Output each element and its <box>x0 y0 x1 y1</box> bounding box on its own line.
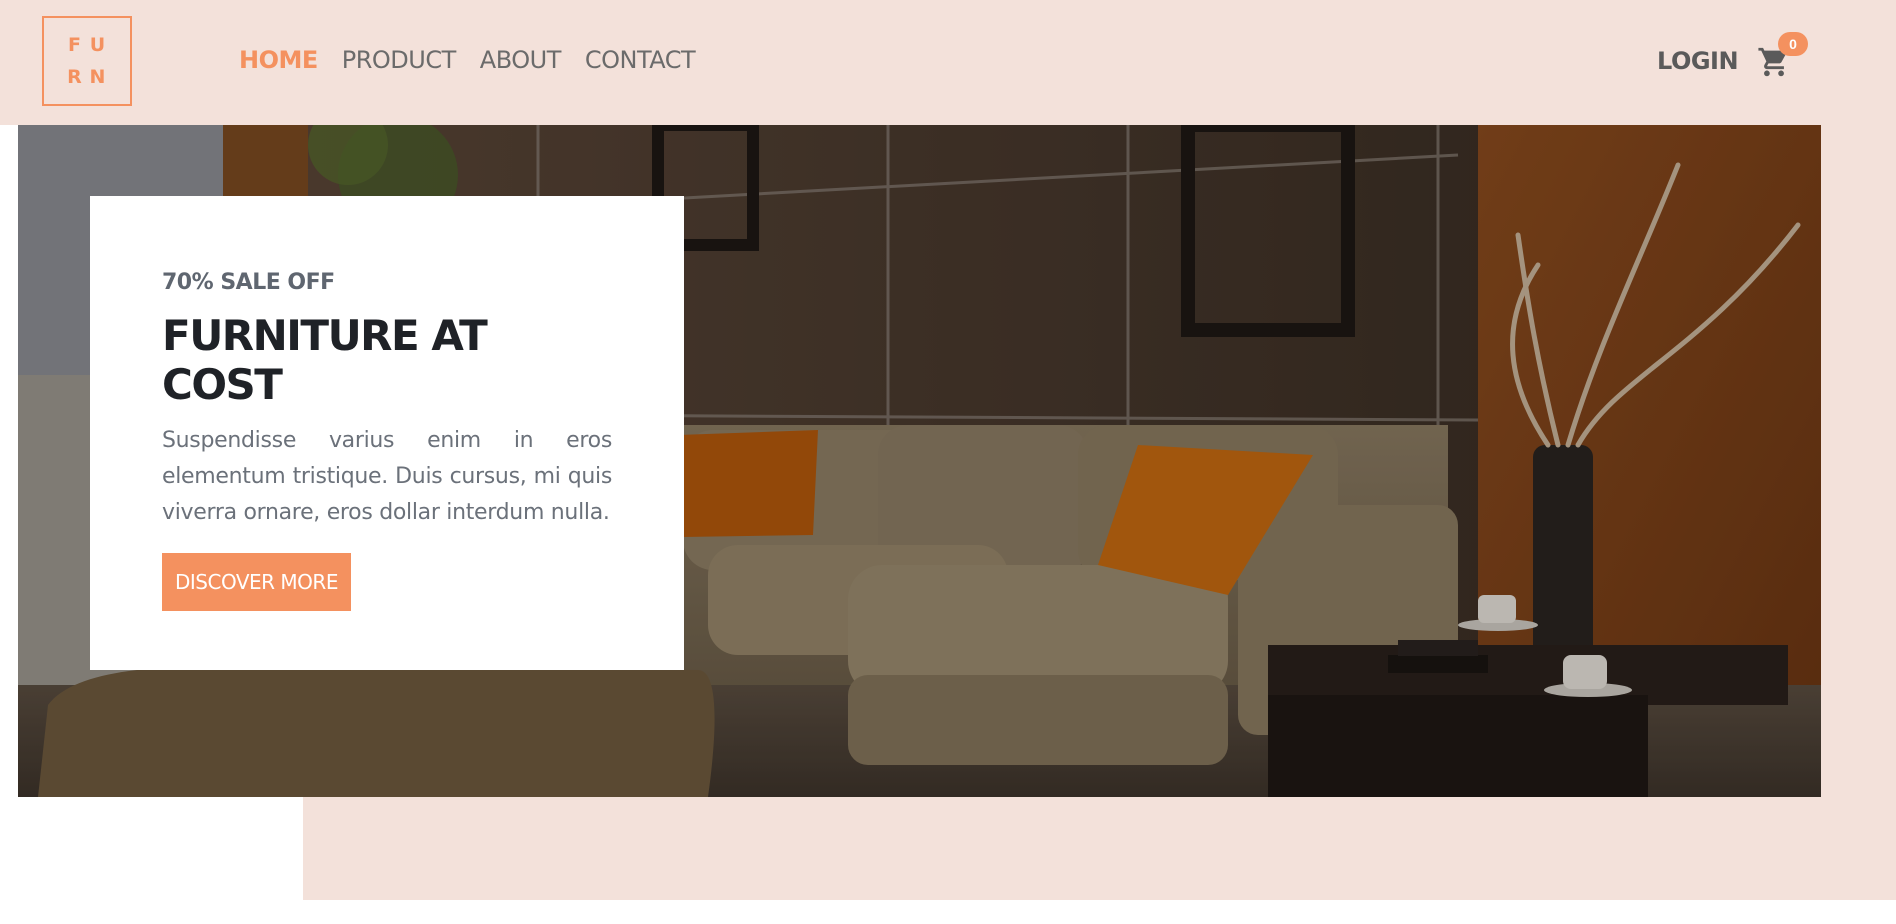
logo-letter: R <box>67 66 84 88</box>
bottom-background-block <box>303 797 1896 900</box>
logo-letter: F <box>68 34 83 56</box>
right-background-strip <box>1821 0 1896 900</box>
cart-count-badge: 0 <box>1778 32 1808 56</box>
promo-description: Suspendisse varius enim in eros elementu… <box>162 428 612 525</box>
main-nav: HOME PRODUCT ABOUT CONTACT <box>239 46 696 74</box>
promo-card: 70% SALE OFF FURNITURE AT COST Suspendis… <box>90 196 684 670</box>
logo[interactable]: F U R N <box>42 16 132 106</box>
nav-item-about[interactable]: ABOUT <box>480 46 562 74</box>
login-link[interactable]: LOGIN <box>1657 47 1739 75</box>
promo-eyebrow: 70% SALE OFF <box>162 270 335 295</box>
nav-item-product[interactable]: PRODUCT <box>342 46 457 74</box>
nav-item-contact[interactable]: CONTACT <box>585 46 696 74</box>
logo-letter: U <box>89 34 108 56</box>
nav-item-home[interactable]: HOME <box>239 46 318 74</box>
promo-title: FURNITURE AT COST <box>162 311 488 409</box>
logo-letter: N <box>89 66 108 88</box>
discover-more-button[interactable]: DISCOVER MORE <box>162 553 351 611</box>
